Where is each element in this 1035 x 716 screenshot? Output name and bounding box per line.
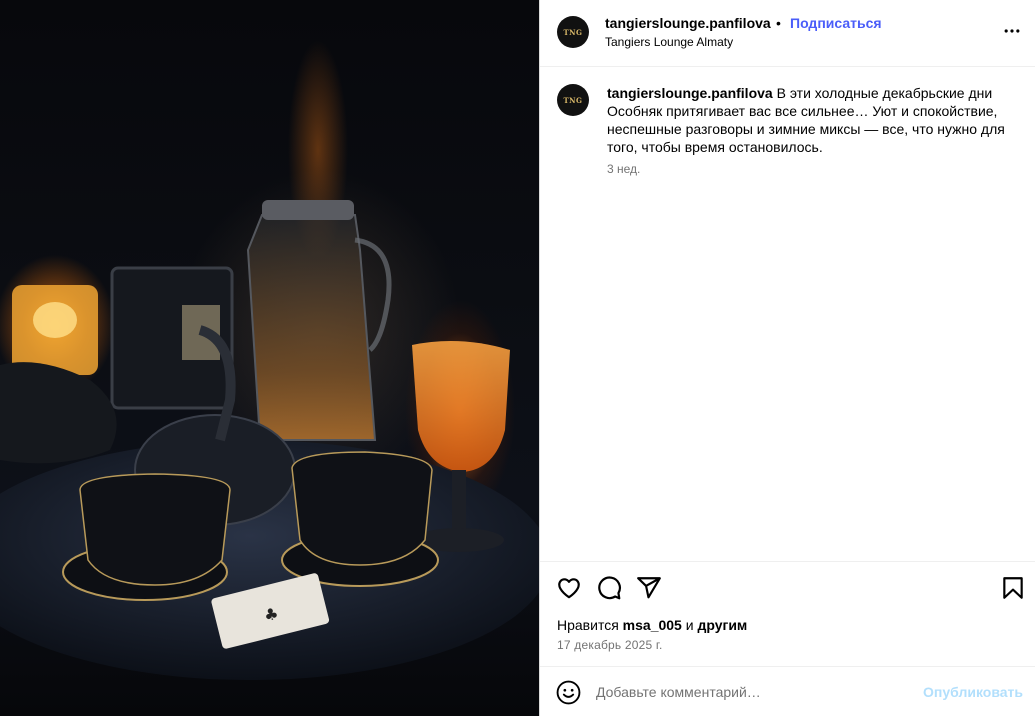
post-header: TNG tangierslounge.panfilova • Подписать… (540, 0, 1035, 67)
likes-others[interactable]: другим (697, 617, 747, 633)
comment-input[interactable] (596, 680, 916, 704)
separator-dot: • (776, 15, 781, 31)
emoji-icon[interactable] (556, 680, 581, 705)
comment-bar: Опубликовать (540, 666, 1035, 716)
follow-button[interactable]: Подписаться (790, 15, 882, 31)
bookmark-icon[interactable] (1000, 575, 1026, 601)
avatar[interactable]: TNG (557, 16, 589, 48)
photo-scene: ♣ (0, 200, 539, 680)
location-link[interactable]: Tangiers Lounge Almaty (605, 35, 733, 49)
caption-timestamp[interactable]: 3 нед. (607, 162, 640, 176)
post-photo[interactable]: ♣ (0, 0, 539, 716)
post-caption: TNG tangierslounge.panfilova В эти холод… (540, 68, 1035, 561)
username-link[interactable]: tangierslounge.panfilova (605, 15, 771, 31)
post-actions: Нравится msa_005 и другим 17 декабрь 202… (540, 561, 1035, 666)
likes-summary[interactable]: Нравится msa_005 и другим (557, 617, 747, 633)
post-side-panel: TNG tangierslounge.panfilova • Подписать… (539, 0, 1035, 716)
likes-prefix: Нравится (557, 617, 619, 633)
wine-glass (412, 341, 510, 472)
share-icon[interactable] (636, 575, 662, 601)
post-date[interactable]: 17 декабрь 2025 г. (557, 638, 663, 652)
caption-avatar-logo: TNG (563, 95, 583, 105)
avatar-logo: TNG (563, 27, 583, 37)
caption-avatar[interactable]: TNG (557, 84, 589, 116)
cup-left (79, 473, 231, 586)
publish-button[interactable]: Опубликовать (923, 684, 1023, 700)
likes-middle: и (685, 617, 694, 633)
caption-username[interactable]: tangierslounge.panfilova (607, 85, 773, 101)
glass-jug (246, 214, 377, 441)
heart-icon[interactable] (556, 575, 582, 601)
comment-icon[interactable] (596, 575, 622, 601)
cup-right (291, 451, 433, 566)
black-bag (0, 362, 117, 464)
likes-user[interactable]: msa_005 (623, 617, 682, 633)
more-options-icon[interactable] (1002, 21, 1022, 41)
caption-text: tangierslounge.panfilova В эти холодные … (607, 84, 1017, 156)
